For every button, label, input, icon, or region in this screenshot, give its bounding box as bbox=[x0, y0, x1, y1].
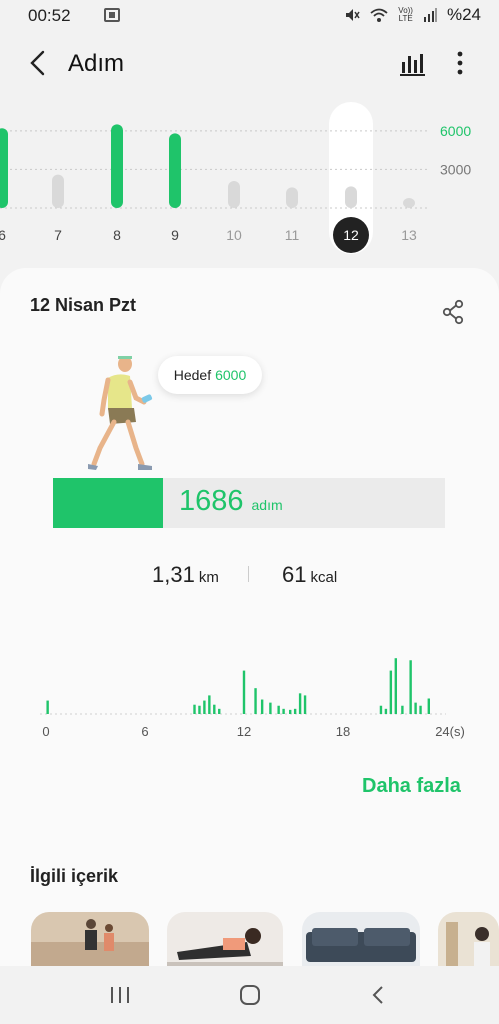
stats-row: 1,31 km 61 kcal bbox=[0, 562, 499, 592]
walking-person-illustration bbox=[88, 356, 153, 470]
hour-bar bbox=[401, 705, 404, 714]
hour-bar bbox=[379, 705, 383, 714]
steps-count: 1686 adım bbox=[179, 485, 283, 518]
date-title: 12 Nisan Pzt bbox=[30, 295, 137, 315]
back-nav-icon[interactable] bbox=[366, 982, 392, 1008]
more-link[interactable]: Daha fazla bbox=[362, 775, 461, 798]
trends-chart-button[interactable] bbox=[398, 50, 426, 78]
hour-tick-label: 18 bbox=[336, 724, 350, 739]
page-title: Adım bbox=[68, 50, 125, 77]
day-detail-card: 12 Nisan Pzt Hedef 6000 1686 adım 1,31 k… bbox=[0, 268, 499, 968]
hour-bar bbox=[218, 708, 221, 714]
day-bar-13 bbox=[403, 198, 415, 208]
goal-bubble: Hedef 6000 bbox=[158, 356, 262, 394]
status-time: 00:52 bbox=[28, 6, 71, 25]
app-header: Adım bbox=[0, 40, 499, 90]
day-bar-12 bbox=[345, 186, 357, 208]
back-button[interactable] bbox=[24, 48, 54, 78]
day-label-7: 7 bbox=[54, 227, 62, 243]
related-thumbnail-plank[interactable] bbox=[167, 912, 283, 968]
day-bar-10 bbox=[228, 181, 240, 208]
distance-unit: km bbox=[198, 569, 219, 586]
screenshot-notification-icon bbox=[104, 8, 120, 22]
hour-tick-label: 24(s) bbox=[435, 724, 465, 739]
day-label-6: 6 bbox=[0, 227, 6, 243]
hour-bar bbox=[203, 700, 206, 714]
day-bar-7 bbox=[52, 174, 64, 208]
related-thumbnail-room[interactable] bbox=[302, 912, 420, 968]
wifi-icon bbox=[370, 8, 388, 22]
hour-bar bbox=[419, 705, 422, 714]
volte-icon: Vo)) LTE bbox=[398, 6, 413, 23]
hour-bar bbox=[254, 688, 257, 714]
hour-bar bbox=[282, 708, 285, 714]
related-thumbnail-partial[interactable] bbox=[438, 912, 499, 968]
hour-bar bbox=[260, 699, 264, 714]
goal-progress-fill bbox=[53, 478, 164, 528]
steps-unit: adım bbox=[251, 497, 283, 513]
hour-bar bbox=[242, 670, 246, 714]
hour-bar bbox=[289, 709, 292, 714]
related-content-title: İlgili içerik bbox=[30, 866, 119, 886]
day-bar-11 bbox=[286, 187, 298, 208]
day-label-12: 12 bbox=[343, 227, 359, 243]
hour-bar bbox=[208, 695, 211, 714]
hour-bar bbox=[269, 702, 272, 714]
steps-value: 1686 bbox=[179, 485, 244, 517]
related-thumbnail-running[interactable] bbox=[31, 912, 149, 968]
distance-stat: 1,31 km bbox=[152, 562, 219, 588]
hour-bar bbox=[427, 698, 430, 714]
calories-value: 61 bbox=[282, 562, 307, 587]
day-label-11: 11 bbox=[285, 227, 300, 243]
day-label-10: 10 bbox=[226, 227, 242, 243]
hour-bar bbox=[193, 704, 196, 714]
hour-bar bbox=[46, 700, 49, 714]
hour-bar bbox=[384, 708, 388, 714]
hour-bar bbox=[298, 693, 302, 714]
signal-icon bbox=[423, 8, 437, 22]
hour-bar bbox=[277, 705, 280, 714]
hour-bar bbox=[389, 670, 393, 714]
home-icon[interactable] bbox=[237, 982, 263, 1008]
hour-tick-label: 0 bbox=[42, 724, 49, 739]
system-nav-bar bbox=[0, 966, 499, 1024]
day-label-13: 13 bbox=[401, 227, 417, 243]
distance-value: 1,31 bbox=[152, 562, 195, 587]
hourly-steps-chart: 0 6 12 18 24(s) bbox=[30, 648, 480, 748]
status-bar: 00:52 Vo)) LTE %24 bbox=[0, 0, 499, 32]
hour-bar bbox=[198, 705, 201, 714]
battery-text: %24 bbox=[446, 5, 481, 24]
day-label-8: 8 bbox=[113, 227, 121, 243]
ref-label-6000: 6000 bbox=[440, 123, 471, 139]
hour-tick-label: 6 bbox=[141, 724, 148, 739]
mute-icon bbox=[346, 9, 360, 21]
day-bar-9 bbox=[169, 133, 181, 208]
hour-bar bbox=[394, 658, 397, 714]
hour-bar bbox=[213, 704, 216, 714]
day-label-9: 9 bbox=[171, 227, 179, 243]
hourly-steps-svg: 0 6 12 18 24(s) bbox=[40, 658, 465, 739]
goal-value: 6000 bbox=[215, 367, 247, 383]
more-options-button[interactable] bbox=[448, 48, 472, 78]
stats-divider bbox=[248, 566, 249, 582]
calories-stat: 61 kcal bbox=[282, 562, 337, 588]
hour-bar bbox=[293, 708, 297, 714]
hour-tick-label: 12 bbox=[237, 724, 251, 739]
day-bar-8 bbox=[111, 124, 123, 208]
share-icon[interactable] bbox=[440, 298, 466, 326]
hour-bar bbox=[409, 660, 412, 714]
hour-bar bbox=[303, 695, 307, 714]
calories-unit: kcal bbox=[310, 569, 338, 586]
goal-label: Hedef bbox=[173, 367, 212, 383]
ref-label-3000: 3000 bbox=[440, 161, 471, 177]
hour-bar bbox=[414, 702, 417, 714]
daily-steps-chart[interactable]: 6000 3000 6 7 8 9 10 11 12 13 bbox=[0, 100, 499, 265]
recent-apps-icon[interactable] bbox=[107, 982, 133, 1008]
daily-steps-svg: 6000 3000 6 7 8 9 10 11 12 13 bbox=[0, 102, 471, 254]
status-icons: Vo)) LTE %24 bbox=[344, 5, 481, 25]
day-bar-6 bbox=[0, 128, 8, 208]
goal-progress-bar: 1686 adım bbox=[53, 478, 445, 528]
